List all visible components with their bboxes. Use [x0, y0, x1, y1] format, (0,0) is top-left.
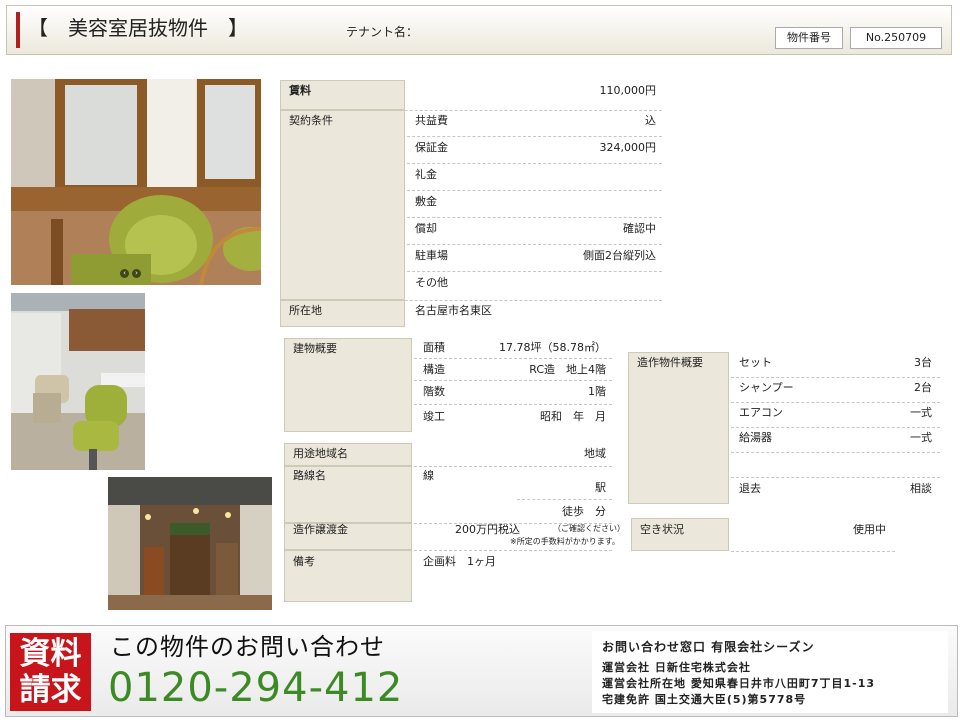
company-address-line: 運営会社所在地 愛知県春日井市八田町7丁目1-13 [602, 677, 876, 690]
building-label: 建物概要 [293, 342, 337, 355]
interior-photo-1-image [11, 79, 261, 285]
fixtures-row-move-out-value: 相談 [910, 482, 932, 495]
contract-row-common-fee-value: 込 [645, 114, 656, 127]
contract-row-deposit-value: 324,000円 [599, 141, 657, 154]
contract-row-deposit-name: 保証金 [415, 141, 448, 154]
request-documents-button[interactable]: 資料 請求 [10, 633, 91, 711]
contract-row-other-name: その他 [415, 276, 448, 289]
license-line: 宅建免許 国土交通大臣(5)第5778号 [602, 693, 807, 706]
location-label: 所在地 [289, 304, 322, 317]
building-row-area-name: 面積 [423, 341, 445, 354]
transfer-label: 造作譲渡金 [293, 523, 348, 536]
building-row-structure-value: RC造 地上4階 [529, 363, 606, 376]
fixtures-row-air-conditioner-name: エアコン [739, 406, 783, 419]
contract-row-common-fee-name: 共益費 [415, 114, 448, 127]
request-label-line1: 資料 [19, 636, 82, 672]
contract-row-parking-name: 駐車場 [415, 249, 448, 262]
interior-photo-3[interactable] [108, 477, 272, 610]
route-walk: 徒歩 分 [562, 505, 606, 518]
transfer-value: 200万円税込 [455, 523, 520, 536]
fixtures-row-styling-set-name: セット [739, 356, 772, 369]
inquiry-heading: この物件のお問い合わせ [110, 633, 385, 661]
operating-company-line: 運営会社 日新住宅株式会社 [602, 661, 751, 674]
divider [407, 163, 662, 164]
interior-photo-3-image [108, 477, 272, 610]
building-row-completion-value: 昭和 年 月 [540, 410, 606, 423]
contract-row-parking-value: 側面2台縦列込 [583, 249, 656, 262]
divider [414, 358, 612, 359]
interior-photo-2-image [11, 293, 145, 470]
contract-row-amortization-value: 確認中 [623, 222, 656, 235]
divider [731, 377, 940, 378]
divider [414, 404, 612, 405]
phone-number-link[interactable]: 0120-294-412 [108, 665, 403, 711]
building-row-floor-name: 階数 [423, 385, 445, 398]
divider [407, 136, 662, 137]
zoning-value: 地域 [584, 447, 606, 460]
divider [414, 466, 612, 467]
divider [407, 190, 662, 191]
inquiry-contact-line: お問い合わせ窓口 有限会社シーズン [602, 640, 815, 654]
fixtures-label-cell [628, 352, 729, 504]
divider [407, 271, 662, 272]
location-value: 名古屋市名東区 [415, 304, 492, 317]
route-label: 路線名 [293, 469, 326, 482]
building-row-completion-name: 竣工 [423, 410, 445, 423]
next-photo-icon[interactable]: › [132, 269, 141, 278]
building-row-floor-value: 1階 [588, 385, 606, 398]
building-row-area-value: 17.78坪（58.78㎡） [499, 341, 606, 354]
page-title: 【 美容室居抜物件 】 [28, 16, 248, 40]
vacancy-label: 空き状況 [640, 523, 684, 536]
remarks-label: 備考 [293, 555, 315, 568]
rent-label: 賃料 [289, 84, 311, 97]
contract-row-security-deposit-name: 敷金 [415, 195, 437, 208]
divider [731, 452, 940, 453]
divider [731, 551, 895, 552]
building-row-structure-name: 構造 [423, 363, 445, 376]
fixtures-row-move-out-name: 退去 [739, 482, 761, 495]
previous-photo-icon[interactable]: ‹ [120, 269, 129, 278]
fixtures-label: 造作物件概要 [637, 356, 703, 369]
vacancy-value: 使用中 [853, 523, 886, 536]
rent-value: 110,000円 [599, 84, 657, 97]
fixtures-row-shampoo-value: 2台 [914, 381, 932, 394]
zoning-label: 用途地域名 [293, 447, 348, 460]
divider [407, 244, 662, 245]
interior-photo-2[interactable] [11, 293, 145, 470]
fixtures-row-air-conditioner-value: 一式 [910, 406, 932, 419]
divider [731, 402, 940, 403]
contract-label-cell [280, 110, 405, 300]
transfer-note-confirm: （ご確認ください） [553, 524, 625, 533]
transfer-note-fee: ※所定の手数料がかかります。 [510, 537, 620, 546]
fixtures-row-water-heater-value: 一式 [910, 431, 932, 444]
fixtures-row-shampoo-name: シャンプー [739, 381, 794, 394]
divider [731, 427, 940, 428]
divider [731, 477, 940, 478]
divider [414, 380, 612, 381]
request-label-line2: 請求 [19, 672, 82, 708]
divider [517, 499, 612, 500]
divider [407, 217, 662, 218]
header-accent-bar [16, 12, 20, 48]
route-line: 線 [423, 469, 434, 482]
property-number-value: No.250709 [850, 27, 942, 49]
interior-photo-1[interactable]: ‹ › [11, 79, 261, 285]
divider [414, 550, 612, 551]
contract-row-key-money-name: 礼金 [415, 168, 437, 181]
fixtures-row-styling-set-value: 3台 [914, 356, 932, 369]
contract-row-amortization-name: 償却 [415, 222, 437, 235]
tenant-label: テナント名： [346, 25, 419, 39]
property-number-label: 物件番号 [775, 27, 843, 49]
fixtures-row-water-heater-name: 給湯器 [739, 431, 772, 444]
contract-label: 契約条件 [289, 114, 333, 127]
route-station: 駅 [595, 481, 606, 494]
remarks-value: 企画料 1ヶ月 [423, 555, 496, 568]
